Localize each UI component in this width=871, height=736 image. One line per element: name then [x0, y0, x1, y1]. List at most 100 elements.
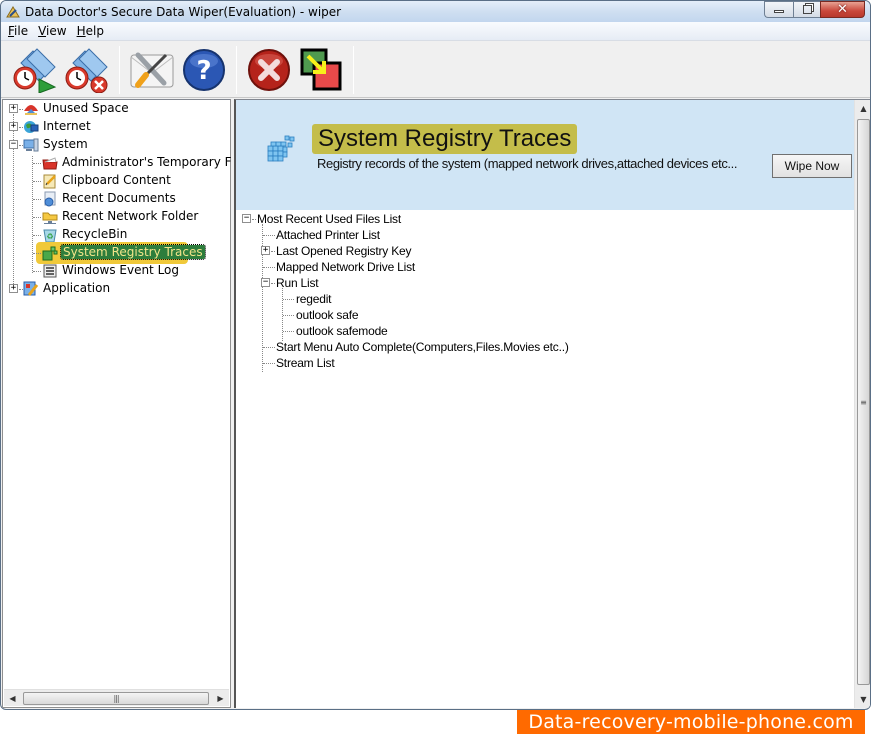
switch-view-button[interactable]: [295, 45, 347, 95]
collapse-icon[interactable]: −: [242, 214, 251, 223]
scroll-down-button[interactable]: ▼: [855, 691, 870, 708]
restore-icon: [802, 5, 812, 14]
wipe-now-button[interactable]: Wipe Now: [772, 154, 852, 178]
menu-view-accel: V: [38, 24, 47, 38]
category-title: System Registry Traces: [312, 124, 578, 154]
tree-line: [33, 181, 41, 182]
arrow-down-icon: ▼: [860, 695, 867, 704]
internet-globe-icon: [23, 119, 39, 135]
menu-view[interactable]: View: [34, 24, 72, 38]
scroll-left-button[interactable]: ◀: [4, 690, 21, 707]
tree-item-label: Application: [43, 281, 111, 295]
horizontal-scrollbar[interactable]: ◀ ||| ▶: [4, 689, 229, 706]
tree-line: [33, 271, 41, 272]
category-description: Registry records of the system (mapped n…: [317, 156, 738, 171]
tree-line: [263, 347, 275, 348]
arrow-up-icon: ▲: [860, 104, 867, 113]
tree-line: [252, 219, 256, 220]
exit-icon: [248, 48, 290, 91]
collapse-icon[interactable]: −: [261, 278, 270, 287]
title-bar: Data Doctor's Secure Data Wiper(Evaluati…: [1, 1, 870, 22]
stop-schedule-button[interactable]: [61, 45, 113, 95]
unused-space-icon: [23, 101, 39, 117]
toolbar-separator: [353, 45, 354, 94]
help-button[interactable]: ?: [178, 45, 230, 95]
expand-icon[interactable]: +: [9, 122, 18, 131]
registry-icon: [42, 245, 58, 261]
clipboard-icon: [42, 173, 58, 189]
tree-line: [283, 331, 294, 332]
expand-icon[interactable]: +: [9, 284, 18, 293]
tree-item-application[interactable]: + Application: [3, 280, 229, 298]
tree-item-internet[interactable]: + Internet: [3, 118, 229, 136]
scrollbar-thumb[interactable]: ≡: [857, 119, 870, 685]
tree-item-clipboard-content[interactable]: Clipboard Content: [3, 172, 229, 190]
exit-button[interactable]: [243, 45, 295, 95]
network-folder-icon: [42, 209, 58, 225]
application-icon: [23, 281, 39, 297]
svg-text:♻: ♻: [46, 232, 53, 241]
tree-item-label: RecycleBin: [62, 227, 128, 241]
app-icon: [5, 4, 21, 20]
menu-file[interactable]: File: [4, 24, 34, 38]
tree-item-label: System Registry Traces: [60, 244, 206, 260]
folder-clock-play-icon: [13, 47, 57, 93]
arrow-right-icon: ▶: [217, 694, 224, 703]
tree-item-label: outlook safemode: [296, 324, 388, 338]
tree-item-unused-space[interactable]: + Unused Space: [3, 100, 229, 118]
scrollbar-thumb[interactable]: |||: [23, 692, 209, 705]
grip-icon: ≡: [860, 397, 867, 407]
expand-icon[interactable]: +: [261, 246, 270, 255]
tree-item-label: Internet: [43, 119, 91, 133]
scroll-up-button[interactable]: ▲: [855, 100, 870, 117]
switch-windows-icon: [300, 48, 342, 90]
tree-item-label: Clipboard Content: [62, 173, 171, 187]
menu-view-rest: iew: [46, 24, 67, 38]
tree-item-label: Stream List: [276, 356, 335, 370]
tools-icon: [130, 52, 174, 88]
settings-button[interactable]: [126, 45, 178, 95]
menu-help[interactable]: Help: [73, 24, 110, 38]
registry-cubes-icon: [266, 134, 295, 164]
tree-item-label: Start Menu Auto Complete(Computers,Files…: [276, 340, 569, 354]
tree-line: [271, 251, 275, 252]
tree-line: [263, 267, 275, 268]
scroll-right-button[interactable]: ▶: [212, 690, 229, 707]
tree-item-system-registry-traces[interactable]: System Registry Traces: [3, 242, 229, 264]
tree-item-label: Windows Event Log: [62, 263, 180, 277]
tree-line: [283, 315, 294, 316]
arrow-left-icon: ◀: [9, 694, 16, 703]
tree-item-label: Run List: [276, 276, 319, 290]
minimize-button[interactable]: [764, 1, 793, 18]
expand-icon[interactable]: +: [9, 104, 18, 113]
tree-item-label: Mapped Network Drive List: [276, 260, 416, 274]
tree-line: [271, 283, 275, 284]
tree-item-system[interactable]: − System: [3, 136, 229, 154]
folder-clock-cancel-icon: [65, 47, 108, 93]
window-controls: ✕: [764, 1, 865, 18]
window-title: Data Doctor's Secure Data Wiper(Evaluati…: [25, 4, 342, 19]
category-tree-pane: + Unused Space + Internet − System Admin…: [2, 99, 251, 708]
vertical-scrollbar[interactable]: ▲ ≡ ▼: [854, 100, 870, 708]
tree-item-label: Last Opened Registry Key: [276, 244, 412, 258]
collapse-icon[interactable]: −: [9, 140, 18, 149]
tree-item-admin-temp-files[interactable]: Administrator's Temporary Files: [3, 154, 251, 172]
tree-item-recent-documents[interactable]: Recent Documents: [3, 190, 229, 208]
restore-button[interactable]: [793, 1, 820, 18]
app-window: Data Doctor's Secure Data Wiper(Evaluati…: [0, 0, 871, 710]
menu-bar: File View Help: [1, 22, 870, 41]
watermark-banner: Data-recovery-mobile-phone.com: [517, 710, 865, 734]
tree-item-label: System: [43, 137, 88, 151]
schedule-wipe-button[interactable]: [9, 45, 61, 95]
toolbar-separator: [236, 45, 237, 94]
toolbar: ?: [1, 42, 870, 98]
svg-text:?: ?: [196, 56, 211, 86]
minimize-icon: [774, 10, 784, 13]
tree-item-label: regedit: [296, 292, 332, 306]
tree-line: [263, 235, 275, 236]
close-button[interactable]: ✕: [820, 1, 865, 18]
tree-line: [33, 163, 41, 164]
tree-line: [33, 253, 41, 254]
tree-item-recent-network-folder[interactable]: Recent Network Folder: [3, 208, 229, 226]
tree-item-windows-event-log[interactable]: Windows Event Log: [3, 262, 229, 280]
